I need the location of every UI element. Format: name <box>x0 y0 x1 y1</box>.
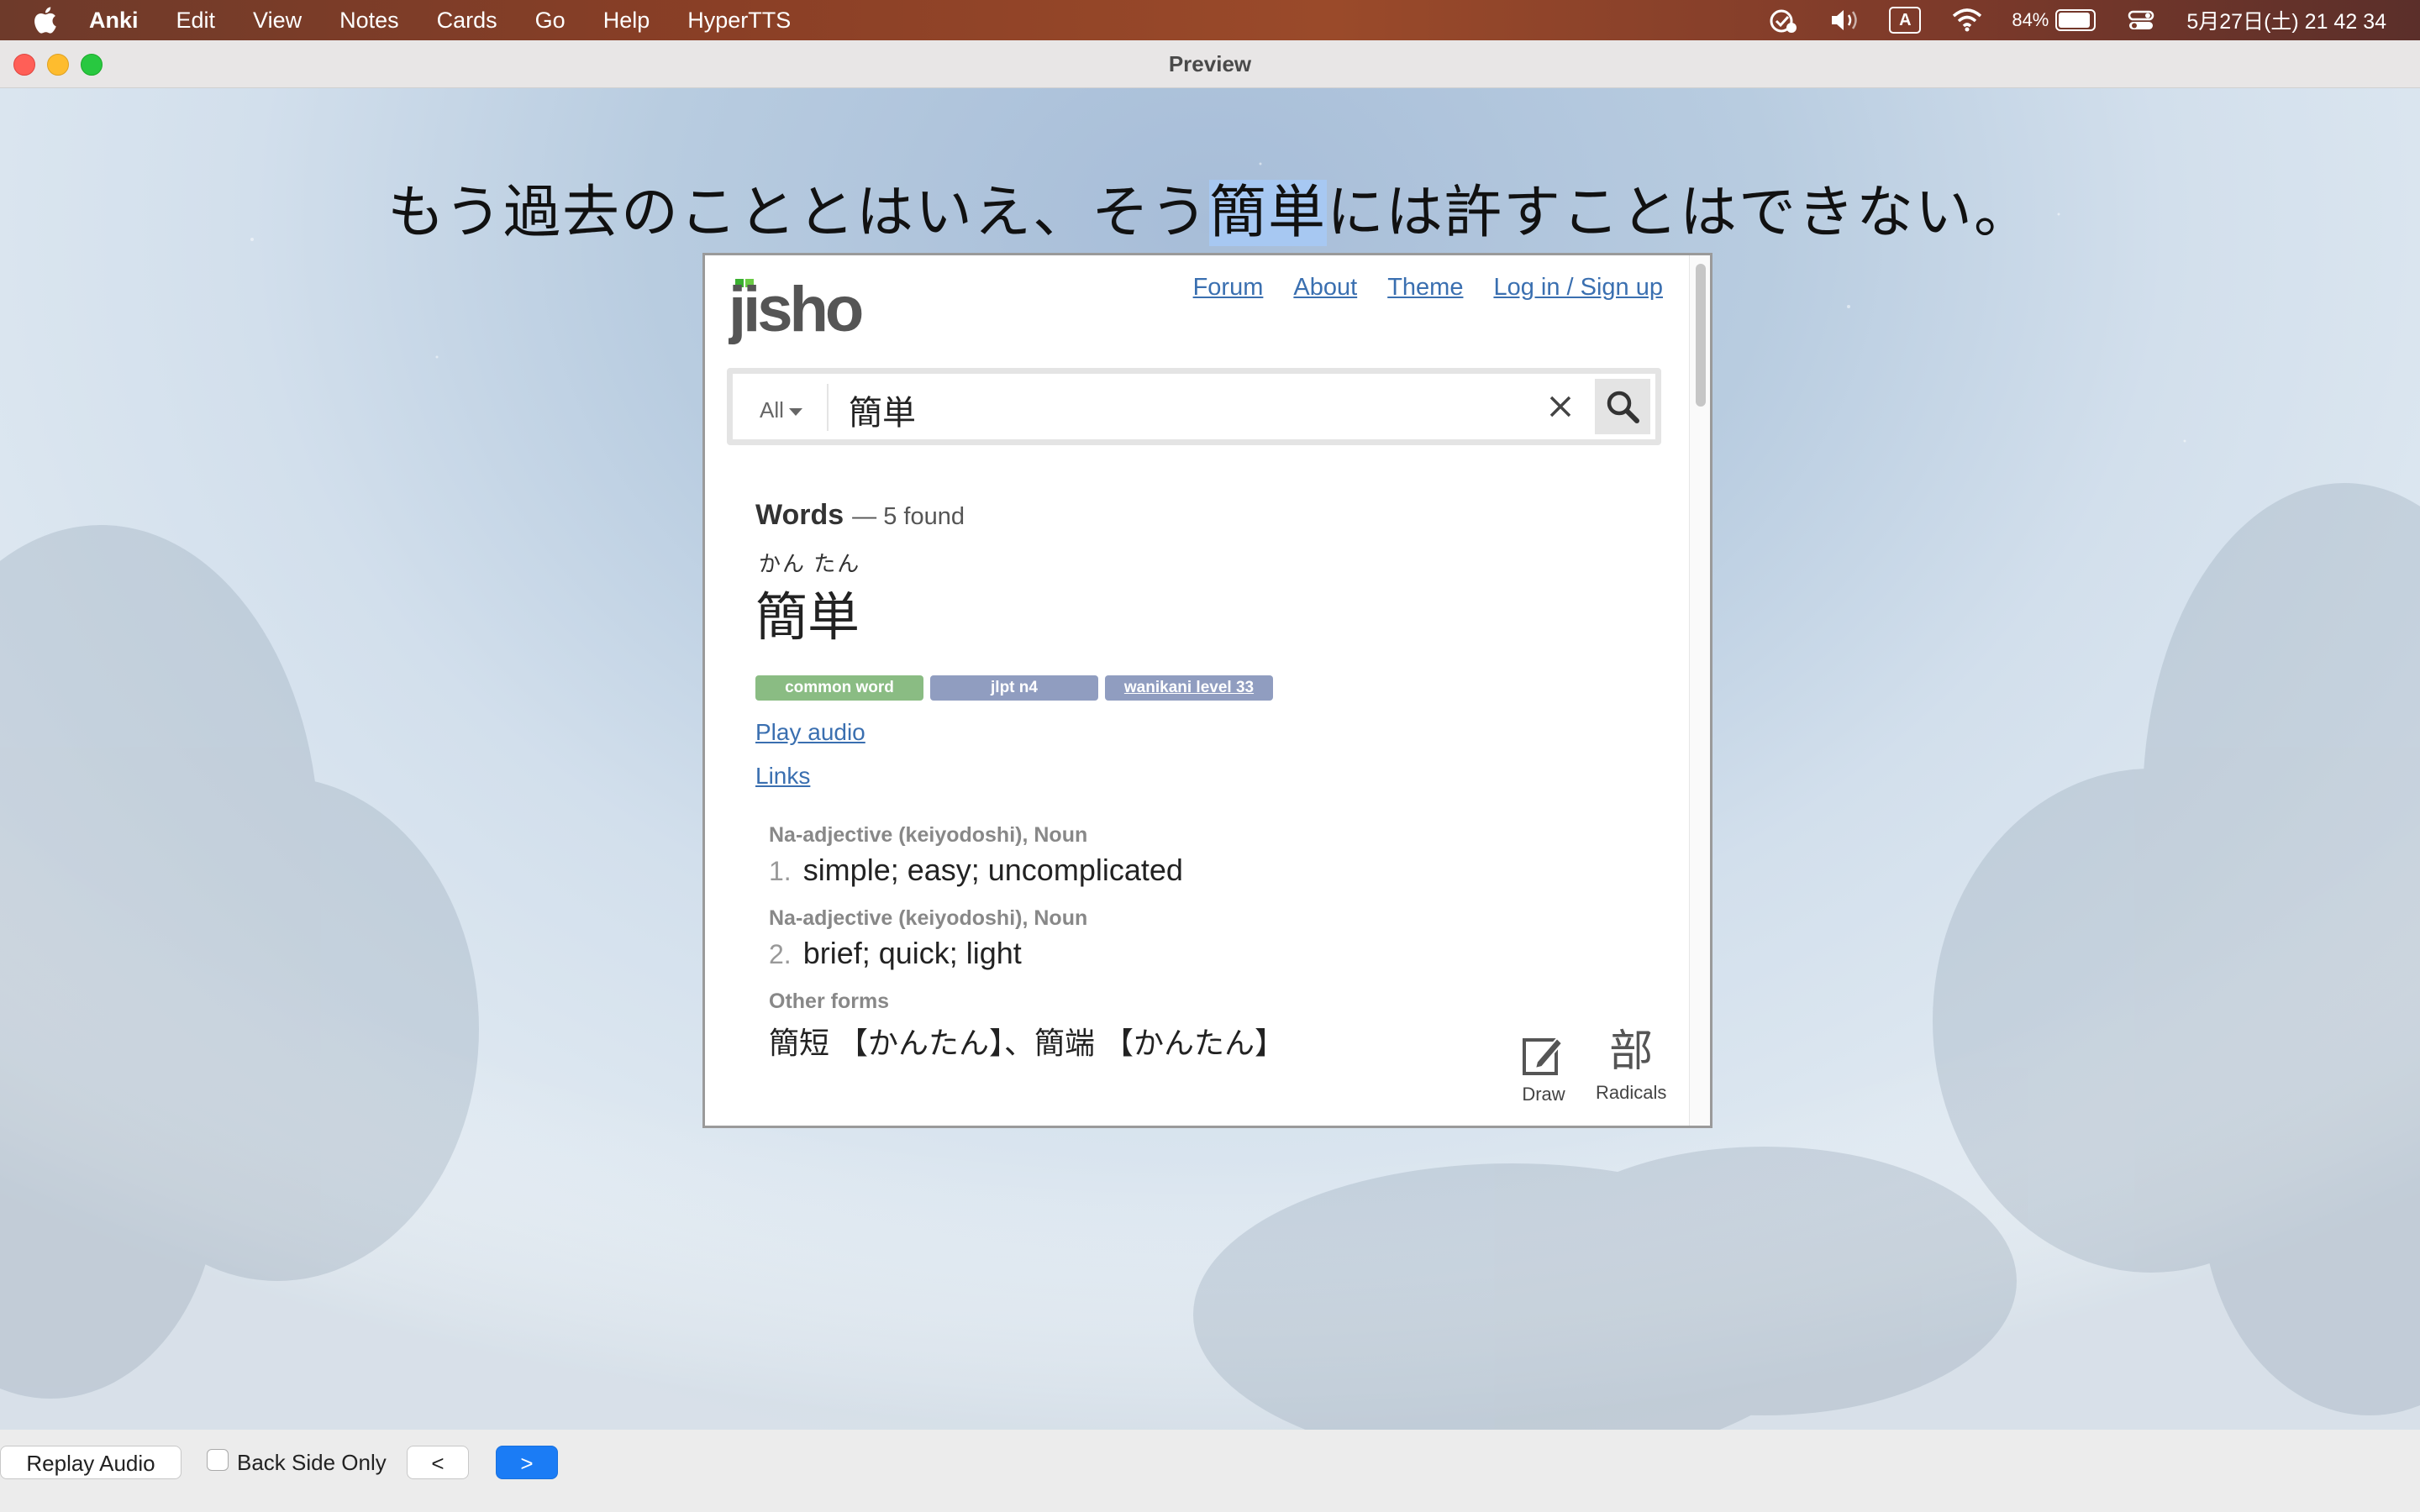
search-category-label: All <box>760 397 784 423</box>
back-side-only-label[interactable]: Back Side Only <box>237 1446 387 1479</box>
menubar-clock[interactable]: 5月27日(土) 21 42 34 <box>2186 5 2386 35</box>
window-title: Preview <box>1168 50 1252 76</box>
menu-go[interactable]: Go <box>535 8 566 34</box>
card-sentence: もう過去のこととはいえ、そう簡単には許すことはできない。 <box>0 165 2420 249</box>
radicals-label: Radicals <box>1596 1082 1667 1103</box>
jisho-nav: Forum About Theme Log in / Sign up <box>1193 274 1663 302</box>
jisho-scrollbar[interactable] <box>1689 255 1710 1126</box>
title-bar[interactable]: Preview <box>0 40 2420 88</box>
jisho-scroll-thumb[interactable] <box>1696 264 1706 407</box>
sentence-highlight: 簡単 <box>1208 180 1327 246</box>
sense-2: 2. brief; quick; light <box>769 936 1646 971</box>
control-center-icon[interactable] <box>2126 8 2156 33</box>
nav-theme-link[interactable]: Theme <box>1387 274 1463 302</box>
sense-number-1: 1. <box>769 856 792 886</box>
menu-cards[interactable]: Cards <box>437 8 497 34</box>
sense-meaning-2: brief; quick; light <box>802 936 1022 970</box>
menu-bar: Anki Edit View Notes Cards Go Help Hyper… <box>0 0 2420 40</box>
previous-card-button[interactable]: < <box>407 1446 469 1479</box>
sense-number-2: 2. <box>769 939 792 969</box>
menu-help[interactable]: Help <box>603 8 650 34</box>
word-kanji: 簡単 <box>755 586 860 648</box>
minimize-window-button[interactable] <box>47 54 69 76</box>
search-category-dropdown[interactable]: All <box>760 397 802 423</box>
words-title: Words <box>755 499 844 531</box>
chevron-down-icon <box>788 407 802 416</box>
sentence-after: には許すことはできない。 <box>1326 180 2033 246</box>
words-heading: Words — 5 found <box>755 499 1646 532</box>
menu-edit[interactable]: Edit <box>176 8 216 34</box>
menu-anki[interactable]: Anki <box>89 8 139 34</box>
card-view: もう過去のこととはいえ、そう簡単には許すことはできない。 jisho Forum… <box>0 88 2420 1430</box>
sense-tags-2: Na-adjective (keiyodoshi), Noun <box>769 906 1088 930</box>
zoom-window-button[interactable] <box>81 54 103 76</box>
status-app-icon[interactable] <box>1768 8 1798 33</box>
jisho-frame[interactable]: jisho Forum About Theme Log in / Sign up… <box>702 253 1712 1128</box>
search-input[interactable]: 簡単 <box>849 386 916 434</box>
menu-notes[interactable]: Notes <box>339 8 399 34</box>
jisho-logo-text: jisho <box>729 274 862 345</box>
tag-common-word: common word <box>755 675 923 701</box>
draw-tool-button[interactable]: Draw <box>1520 1032 1567 1105</box>
sentence-before: もう過去のこととはいえ、そう <box>387 180 1209 246</box>
play-audio-link[interactable]: Play audio <box>755 719 1646 746</box>
nav-forum-link[interactable]: Forum <box>1193 274 1264 302</box>
clear-search-icon[interactable] <box>1539 386 1581 428</box>
search-button[interactable] <box>1595 379 1650 434</box>
battery-icon[interactable] <box>2055 9 2096 31</box>
wifi-icon[interactable] <box>1951 8 1982 33</box>
search-divider <box>827 384 829 431</box>
bottom-toolbar: Replay Audio Back Side Only < > <box>0 1431 2420 1512</box>
close-window-button[interactable] <box>13 54 35 76</box>
tag-wanikani-link[interactable]: wanikani level 33 <box>1105 675 1273 701</box>
search-bar: All 簡単 <box>727 368 1661 445</box>
search-icon <box>1607 391 1639 423</box>
preview-window: Preview もう過去のこととはいえ、そう簡単には許すことはできない。 jis… <box>0 40 2420 1512</box>
sense-1: 1. simple; easy; uncomplicated <box>769 853 1646 888</box>
word-furigana: かん たん <box>759 551 861 576</box>
words-count: — 5 found <box>852 503 965 530</box>
back-side-only-checkbox[interactable] <box>207 1449 229 1471</box>
jisho-logo[interactable]: jisho <box>727 270 880 346</box>
nav-login-link[interactable]: Log in / Sign up <box>1493 274 1663 302</box>
volume-icon[interactable] <box>1828 8 1859 33</box>
other-forms: 簡短 【かんたん】、簡端 【かんたん】 <box>769 1026 1286 1060</box>
menu-view[interactable]: View <box>253 8 302 34</box>
sense-tags-1: Na-adjective (keiyodoshi), Noun <box>769 823 1088 847</box>
other-forms-label: Other forms <box>769 990 890 1013</box>
tag-jlpt: jlpt n4 <box>930 675 1098 701</box>
word-tags: common word jlpt n4 wanikani level 33 <box>755 675 1646 701</box>
next-card-button[interactable]: > <box>496 1446 558 1479</box>
radicals-icon: 部 <box>1609 1026 1654 1077</box>
nav-about-link[interactable]: About <box>1293 274 1357 302</box>
menu-hypertts[interactable]: HyperTTS <box>687 8 791 34</box>
radicals-tool-button[interactable]: 部 Radicals <box>1596 1026 1666 1104</box>
sense-meaning-1: simple; easy; uncomplicated <box>802 853 1183 887</box>
apple-menu-icon[interactable] <box>32 6 57 41</box>
replay-audio-button[interactable]: Replay Audio <box>0 1446 182 1479</box>
results-section: Words — 5 found かん たん 簡単 common word jlpt… <box>755 499 1646 1063</box>
battery-percent: 84% <box>2012 9 2049 30</box>
draw-label: Draw <box>1522 1084 1565 1105</box>
input-source-indicator[interactable]: A <box>1889 7 1922 34</box>
links-link[interactable]: Links <box>755 763 1646 790</box>
draw-pencil-icon <box>1523 1037 1564 1075</box>
